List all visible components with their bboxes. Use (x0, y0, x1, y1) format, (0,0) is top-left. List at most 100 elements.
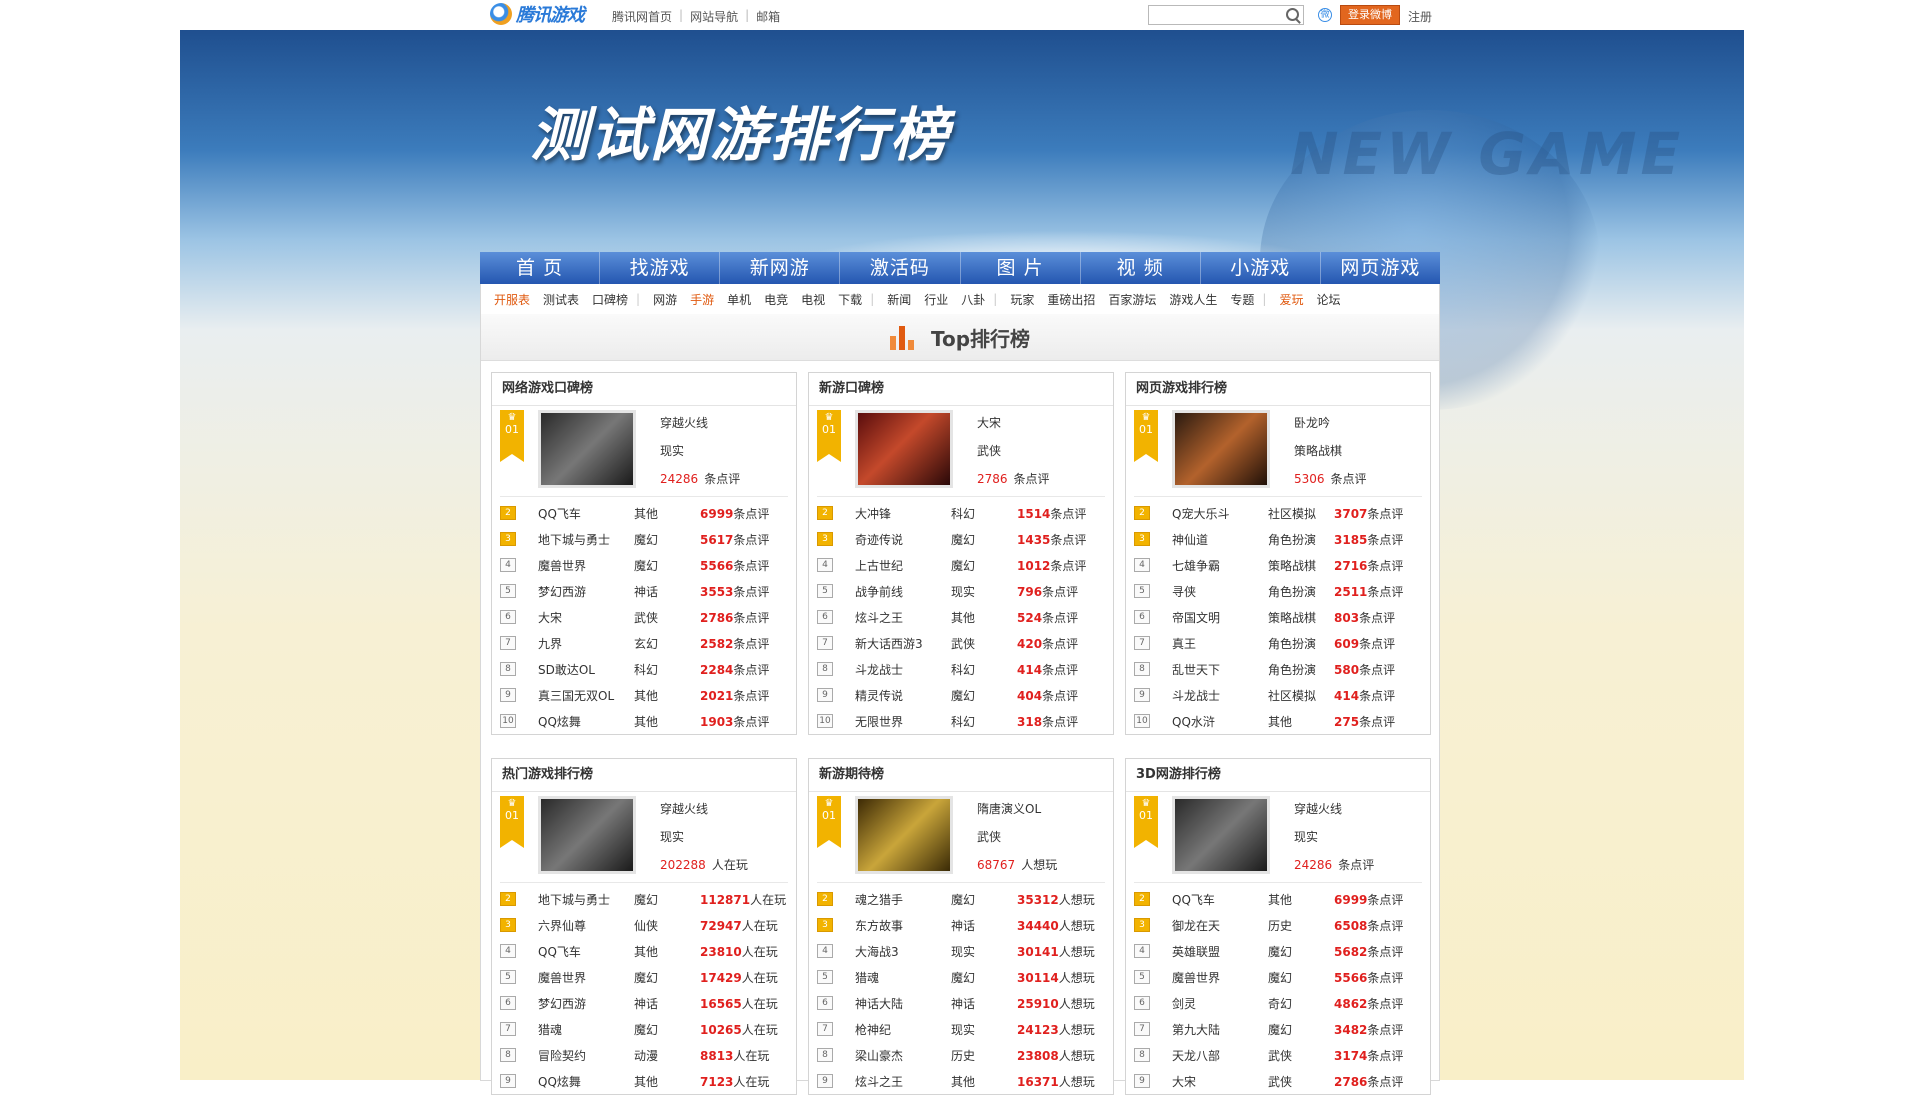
nav-new-online[interactable]: 新网游 (720, 252, 841, 284)
game-name[interactable]: 神仙道 (1172, 531, 1268, 548)
game-name[interactable]: QQ飞车 (1172, 891, 1268, 908)
list-item[interactable]: 4 魔兽世界 魔幻 5566条点评 (500, 552, 788, 578)
subnav-link[interactable]: 游戏人生 (1169, 291, 1217, 308)
nav-video[interactable]: 视 频 (1081, 252, 1201, 284)
game-name[interactable]: 新大话西游3 (855, 635, 951, 652)
subnav-link[interactable]: 开服表 (494, 291, 530, 308)
list-item[interactable]: 2 QQ飞车 其他 6999条点评 (500, 500, 788, 526)
game-name[interactable]: 卧龙吟 (1294, 414, 1330, 431)
game-name[interactable]: 六界仙尊 (538, 917, 634, 934)
game-name[interactable]: 九界 (538, 635, 634, 652)
list-item[interactable]: 5 战争前线 现实 796条点评 (817, 578, 1105, 604)
list-item[interactable]: 10 无限世界 科幻 318条点评 (817, 708, 1105, 734)
top-link-home[interactable]: 腾讯网首页 (612, 8, 672, 25)
list-item[interactable]: 3 地下城与勇士 魔幻 5617条点评 (500, 526, 788, 552)
game-name[interactable]: 七雄争霸 (1172, 557, 1268, 574)
game-thumbnail[interactable] (855, 410, 953, 488)
list-item[interactable]: 8 乱世天下 角色扮演 580条点评 (1134, 656, 1422, 682)
game-name[interactable]: 寻侠 (1172, 583, 1268, 600)
subnav-link[interactable]: 新闻 (887, 291, 911, 308)
game-name[interactable]: 猎魂 (538, 1021, 634, 1038)
list-item[interactable]: 7 真王 角色扮演 609条点评 (1134, 630, 1422, 656)
game-name[interactable]: 大宋 (1172, 1073, 1268, 1090)
subnav-link[interactable]: 口碑榜 (592, 291, 628, 308)
list-item[interactable]: 7 第九大陆 魔幻 3482条点评 (1134, 1016, 1422, 1042)
list-item[interactable]: 4 上古世纪 魔幻 1012条点评 (817, 552, 1105, 578)
nav-web-games[interactable]: 网页游戏 (1321, 252, 1440, 284)
list-item[interactable]: 8 SD敢达OL 科幻 2284条点评 (500, 656, 788, 682)
game-name[interactable]: 穿越火线 (660, 800, 708, 817)
game-name[interactable]: 精灵传说 (855, 687, 951, 704)
game-name[interactable]: 猎魂 (855, 969, 951, 986)
featured-game[interactable]: ♛ 01 卧龙吟 策略战棋 5306 条点评 (1134, 406, 1422, 497)
board-title[interactable]: 网页游戏排行榜 (1126, 373, 1430, 406)
list-item[interactable]: 4 英雄联盟 魔幻 5682条点评 (1134, 938, 1422, 964)
game-name[interactable]: 真三国无双OL (538, 687, 634, 704)
list-item[interactable]: 6 梦幻西游 神话 16565人在玩 (500, 990, 788, 1016)
game-name[interactable]: 斗龙战士 (855, 661, 951, 678)
subnav-link[interactable]: 百家游坛 (1108, 291, 1156, 308)
board-title[interactable]: 新游期待榜 (809, 759, 1113, 792)
game-name[interactable]: 神话大陆 (855, 995, 951, 1012)
featured-game[interactable]: ♛ 01 穿越火线 现实 24286 条点评 (500, 406, 788, 497)
game-name[interactable]: 魔兽世界 (538, 969, 634, 986)
weibo-icon[interactable]: 微 (1318, 8, 1332, 22)
game-name[interactable]: QQ水浒 (1172, 713, 1268, 730)
game-name[interactable]: 剑灵 (1172, 995, 1268, 1012)
game-name[interactable]: 魂之猎手 (855, 891, 951, 908)
board-title[interactable]: 网络游戏口碑榜 (492, 373, 796, 406)
top-link-mail[interactable]: 邮箱 (756, 8, 780, 25)
game-name[interactable]: 冒险契约 (538, 1047, 634, 1064)
game-name[interactable]: 地下城与勇士 (538, 531, 634, 548)
list-item[interactable]: 9 QQ炫舞 其他 7123人在玩 (500, 1068, 788, 1094)
subnav-link[interactable]: 重磅出招 (1047, 291, 1095, 308)
featured-game[interactable]: ♛ 01 大宋 武侠 2786 条点评 (817, 406, 1105, 497)
list-item[interactable]: 9 炫斗之王 其他 16371人想玩 (817, 1068, 1105, 1094)
game-thumbnail[interactable] (538, 410, 636, 488)
nav-mini-games[interactable]: 小游戏 (1201, 252, 1321, 284)
list-item[interactable]: 2 Q宠大乐斗 社区模拟 3707条点评 (1134, 500, 1422, 526)
game-name[interactable]: 无限世界 (855, 713, 951, 730)
list-item[interactable]: 4 QQ飞车 其他 23810人在玩 (500, 938, 788, 964)
game-name[interactable]: 上古世纪 (855, 557, 951, 574)
nav-pictures[interactable]: 图 片 (961, 252, 1081, 284)
list-item[interactable]: 7 九界 玄幻 2582条点评 (500, 630, 788, 656)
game-name[interactable]: 炫斗之王 (855, 609, 951, 626)
game-name[interactable]: 帝国文明 (1172, 609, 1268, 626)
list-item[interactable]: 6 帝国文明 策略战棋 803条点评 (1134, 604, 1422, 630)
list-item[interactable]: 9 精灵传说 魔幻 404条点评 (817, 682, 1105, 708)
board-title[interactable]: 热门游戏排行榜 (492, 759, 796, 792)
game-name[interactable]: 第九大陆 (1172, 1021, 1268, 1038)
subnav-link[interactable]: 电竞 (764, 291, 788, 308)
game-name[interactable]: QQ飞车 (538, 505, 634, 522)
list-item[interactable]: 6 神话大陆 神话 25910人想玩 (817, 990, 1105, 1016)
subnav-link[interactable]: 单机 (727, 291, 751, 308)
game-thumbnail[interactable] (538, 796, 636, 874)
game-name[interactable]: QQ飞车 (538, 943, 634, 960)
subnav-link[interactable]: 电视 (801, 291, 825, 308)
list-item[interactable]: 7 新大话西游3 武侠 420条点评 (817, 630, 1105, 656)
list-item[interactable]: 6 剑灵 奇幻 4862条点评 (1134, 990, 1422, 1016)
search-icon[interactable] (1286, 8, 1299, 21)
list-item[interactable]: 9 大宋 武侠 2786条点评 (1134, 1068, 1422, 1094)
featured-game[interactable]: ♛ 01 隋唐演义OL 武侠 68767 人想玩 (817, 792, 1105, 883)
game-name[interactable]: 隋唐演义OL (977, 800, 1041, 817)
game-name[interactable]: SD敢达OL (538, 661, 634, 678)
register-link[interactable]: 注册 (1408, 8, 1432, 25)
game-name[interactable]: 枪神纪 (855, 1021, 951, 1038)
login-weibo-button[interactable]: 登录微博 (1340, 5, 1400, 25)
list-item[interactable]: 3 神仙道 角色扮演 3185条点评 (1134, 526, 1422, 552)
nav-activation-code[interactable]: 激活码 (840, 252, 961, 284)
featured-game[interactable]: ♛ 01 穿越火线 现实 24286 条点评 (1134, 792, 1422, 883)
subnav-link[interactable]: 测试表 (543, 291, 579, 308)
game-name[interactable]: 穿越火线 (1294, 800, 1342, 817)
game-name[interactable]: 奇迹传说 (855, 531, 951, 548)
game-name[interactable]: 大海战3 (855, 943, 951, 960)
game-name[interactable]: 御龙在天 (1172, 917, 1268, 934)
game-thumbnail[interactable] (1172, 796, 1270, 874)
list-item[interactable]: 7 枪神纪 现实 24123人想玩 (817, 1016, 1105, 1042)
board-title[interactable]: 新游口碑榜 (809, 373, 1113, 406)
list-item[interactable]: 5 猎魂 魔幻 30114人想玩 (817, 964, 1105, 990)
list-item[interactable]: 6 大宋 武侠 2786条点评 (500, 604, 788, 630)
game-name[interactable]: 战争前线 (855, 583, 951, 600)
